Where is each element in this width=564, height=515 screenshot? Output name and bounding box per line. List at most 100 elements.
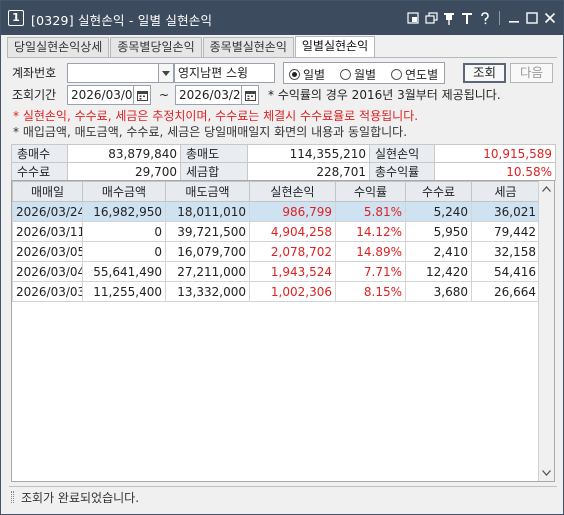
cell-trade-date: 2026/03/03 bbox=[12, 281, 83, 302]
realized-pnl-value: 10,915,589 bbox=[434, 144, 556, 163]
period-label: 조회기간 bbox=[12, 88, 57, 102]
cell-buy-amount: 55,641,490 bbox=[82, 261, 166, 282]
scroll-down-button[interactable] bbox=[539, 465, 554, 481]
title-bar[interactable]: 1 [0329] 실현손익 - 일별 실현손익 bbox=[1, 1, 563, 35]
cell-buy-amount: 11,255,400 bbox=[82, 281, 166, 302]
cell-realized-pnl: 986,799 bbox=[249, 201, 336, 222]
close-icon[interactable] bbox=[543, 10, 557, 26]
cell-return-rate: 5.81% bbox=[335, 201, 406, 222]
daily-pnl-table: 매매일 매수금액 매도금액 실현손익 수익률 수수료 세금 2026/03/24… bbox=[12, 181, 540, 302]
total-buy-label: 총매수 bbox=[11, 144, 68, 163]
query-button[interactable]: 조회 bbox=[463, 63, 506, 83]
end-calendar-button[interactable] bbox=[241, 85, 259, 105]
pin-icon[interactable] bbox=[442, 10, 456, 26]
account-name-field: 영지남편 스윙 bbox=[174, 63, 275, 83]
radio-monthly-dot bbox=[340, 68, 351, 80]
end-date-input[interactable]: 2026/03/24 bbox=[175, 85, 242, 105]
col-fee[interactable]: 수수료 bbox=[405, 181, 472, 202]
total-buy-value: 83,879,840 bbox=[67, 144, 181, 163]
table-row[interactable]: 2026/03/11 0 39,721,500 4,904,258 14.12%… bbox=[12, 221, 540, 242]
col-trade-date[interactable]: 매매일 bbox=[12, 181, 83, 202]
cell-tax: 32,158 bbox=[471, 241, 540, 262]
chevron-down-icon bbox=[162, 70, 170, 76]
cell-buy-amount: 0 bbox=[82, 221, 166, 242]
total-sell-label: 총매도 bbox=[180, 144, 248, 163]
cell-buy-amount: 0 bbox=[82, 241, 166, 262]
tab-divider bbox=[7, 57, 557, 58]
rate-availability-note: * 수익률의 경우 2016년 3월부터 제공됩니다. bbox=[268, 88, 501, 102]
cell-trade-date: 2026/03/11 bbox=[12, 221, 83, 242]
cell-return-rate: 7.71% bbox=[335, 261, 406, 282]
table-row[interactable]: 2026/03/04 55,641,490 27,211,000 1,943,5… bbox=[12, 261, 540, 282]
cell-fee: 5,240 bbox=[405, 201, 472, 222]
tax-total-label: 세금합 bbox=[180, 162, 248, 181]
period-type-group: 일별 월별 연도별 bbox=[283, 62, 445, 84]
cell-fee: 5,950 bbox=[405, 221, 472, 242]
font-size-icon[interactable] bbox=[460, 10, 474, 26]
status-message: 조회가 완료되었습니다. bbox=[21, 491, 140, 505]
period-row: 조회기간 2026/03/01 ~ 2026/03/24 * 수익률의 경우 2… bbox=[7, 84, 557, 106]
start-date-input[interactable]: 2026/03/01 bbox=[67, 85, 134, 105]
realized-pnl-label: 실현손익 bbox=[369, 144, 435, 163]
table-row[interactable]: 2026/03/05 0 16,079,700 2,078,702 14.89%… bbox=[12, 241, 540, 262]
cell-realized-pnl: 2,078,702 bbox=[249, 241, 336, 262]
scroll-up-button[interactable] bbox=[539, 181, 554, 197]
fee-label: 수수료 bbox=[11, 162, 68, 181]
radio-yearly-dot bbox=[391, 68, 402, 80]
table-row[interactable]: 2026/03/24 16,982,950 18,011,010 986,799… bbox=[12, 201, 540, 222]
cell-sell-amount: 16,079,700 bbox=[165, 241, 250, 262]
minimize-icon[interactable] bbox=[507, 10, 521, 26]
chevron-up-icon bbox=[542, 186, 551, 192]
radio-monthly[interactable]: 월별 bbox=[340, 66, 376, 82]
title-bar-divider bbox=[499, 11, 500, 25]
tab-stock-realized-pnl[interactable]: 종목별실현손익 bbox=[202, 37, 294, 57]
cell-sell-amount: 27,211,000 bbox=[165, 261, 250, 282]
copy-window-icon[interactable] bbox=[424, 10, 438, 26]
daily-pnl-grid[interactable]: 매매일 매수금액 매도금액 실현손익 수익률 수수료 세금 2026/03/24… bbox=[11, 180, 555, 482]
radio-yearly[interactable]: 연도별 bbox=[391, 66, 438, 82]
estimate-notice: * 실현손익, 수수료, 세금은 추정치이며, 수수료는 체결시 수수료율로 적… bbox=[13, 109, 419, 123]
col-tax[interactable]: 세금 bbox=[471, 181, 540, 202]
total-return-label: 총수익률 bbox=[369, 162, 435, 181]
account-number-input[interactable] bbox=[67, 63, 159, 83]
account-label: 계좌번호 bbox=[12, 66, 57, 80]
cell-realized-pnl: 1,002,306 bbox=[249, 281, 336, 302]
radio-daily-dot bbox=[289, 68, 300, 80]
cell-tax: 54,416 bbox=[471, 261, 540, 282]
cell-sell-amount: 18,011,010 bbox=[165, 201, 250, 222]
maximize-icon[interactable] bbox=[525, 10, 539, 26]
window-title: [0329] 실현손익 - 일별 실현손익 bbox=[31, 13, 213, 28]
start-calendar-button[interactable] bbox=[133, 85, 151, 105]
tab-daily-realized-pnl[interactable]: 일별실현손익 bbox=[294, 36, 376, 57]
summary-row: 총매수 83,879,840 총매도 114,355,210 실현손익 10,9… bbox=[11, 144, 556, 163]
vertical-scrollbar[interactable] bbox=[538, 181, 554, 481]
link-icon[interactable] bbox=[406, 10, 420, 26]
fee-value: 29,700 bbox=[67, 162, 181, 181]
account-row: 계좌번호 영지남편 스윙 일별 월별 연도별 조회 다음 bbox=[7, 62, 557, 84]
col-buy-amount[interactable]: 매수금액 bbox=[82, 181, 166, 202]
window-number-badge: 1 bbox=[8, 10, 24, 26]
account-dropdown-button[interactable] bbox=[158, 63, 174, 83]
help-icon[interactable] bbox=[478, 10, 492, 26]
date-range-tilde: ~ bbox=[159, 88, 170, 102]
radio-daily[interactable]: 일별 bbox=[289, 66, 325, 82]
tab-stock-today-pnl[interactable]: 종목별당일손익 bbox=[110, 37, 202, 57]
tab-today-realized-detail[interactable]: 당일실현손익상세 bbox=[7, 37, 110, 57]
cell-sell-amount: 39,721,500 bbox=[165, 221, 250, 242]
radio-yearly-label: 연도별 bbox=[405, 67, 439, 82]
col-return-rate[interactable]: 수익률 bbox=[335, 181, 406, 202]
chevron-down-icon bbox=[542, 470, 551, 476]
calendar-icon bbox=[244, 90, 256, 101]
next-button[interactable]: 다음 bbox=[510, 63, 553, 83]
table-row[interactable]: 2026/03/03 11,255,400 13,332,000 1,002,3… bbox=[12, 281, 540, 302]
col-realized-pnl[interactable]: 실현손익 bbox=[249, 181, 336, 202]
title-bar-controls bbox=[406, 9, 557, 27]
tax-total-value: 228,701 bbox=[247, 162, 370, 181]
cell-trade-date: 2026/03/05 bbox=[12, 241, 83, 262]
cell-tax: 36,021 bbox=[471, 201, 540, 222]
status-bar: 조회가 완료되었습니다. bbox=[9, 486, 557, 506]
cell-realized-pnl: 1,943,524 bbox=[249, 261, 336, 282]
summary-table: 총매수 83,879,840 총매도 114,355,210 실현손익 10,9… bbox=[11, 144, 556, 181]
col-sell-amount[interactable]: 매도금액 bbox=[165, 181, 250, 202]
radio-monthly-label: 월별 bbox=[354, 67, 377, 82]
